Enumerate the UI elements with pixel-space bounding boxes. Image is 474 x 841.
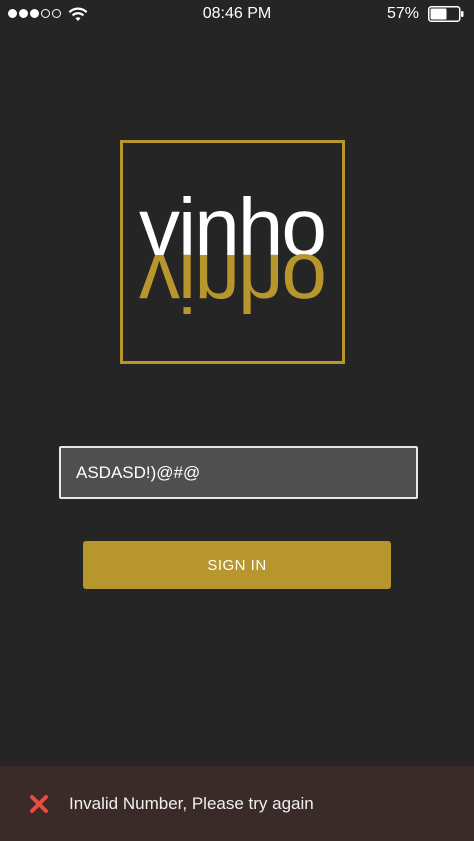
logo-word-mirrored: vinho <box>139 237 325 328</box>
battery-icon <box>428 6 464 22</box>
toast-message: Invalid Number, Please try again <box>69 793 314 813</box>
close-icon <box>30 794 48 813</box>
phone-number-input[interactable] <box>59 446 418 499</box>
battery-percent: 57% <box>386 5 419 22</box>
status-bar: 08:46 PM 57% <box>0 0 474 28</box>
sign-in-button[interactable]: SIGN IN <box>83 541 391 589</box>
error-toast: Invalid Number, Please try again <box>0 766 474 841</box>
logo-wordmark: vinho vinho <box>139 182 327 328</box>
vinho-logo: vinho vinho <box>120 140 345 364</box>
battery-level-fill <box>430 8 447 20</box>
